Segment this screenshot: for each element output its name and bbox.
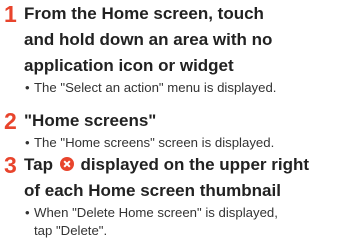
instruction-line: application icon or widget (24, 56, 234, 75)
instruction-line: Tap displayed on the upper right (24, 152, 309, 178)
instruction-line: From the Home screen, touch (24, 4, 264, 23)
note-line: When "Delete Home screen" is displayed, (34, 205, 278, 220)
note-line: The "Home screens" screen is displayed. (34, 135, 275, 150)
step-note: • The "Home screens" screen is displayed… (24, 134, 274, 152)
step-note: • When "Delete Home screen" is displayed… (24, 204, 309, 240)
bullet: • (25, 135, 30, 150)
step-1: 1 From the Home screen, touch and hold d… (0, 1, 276, 97)
step-number: 2 (4, 108, 17, 134)
bullet: • (25, 205, 30, 220)
bullet: • (25, 80, 30, 95)
delete-circle-icon (59, 157, 74, 171)
step-number: 1 (4, 1, 17, 27)
note-line: tap "Delete". (34, 223, 108, 238)
step-note: • The "Select an action" menu is display… (24, 79, 276, 97)
step-instruction: Tap displayed on the upper right of each… (24, 152, 309, 204)
instruction-line: "Home screens" (24, 111, 157, 130)
note-line: The "Select an action" menu is displayed… (34, 80, 277, 95)
instruction-text-rest: displayed on the upper right (80, 155, 310, 174)
step-instruction: From the Home screen, touch and hold dow… (24, 1, 276, 79)
step-number: 3 (4, 152, 17, 178)
instruction-line: and hold down an area with no (24, 30, 273, 49)
step-3: 3 Tap displayed on the upper right of ea… (0, 152, 309, 240)
instruction-line: of each Home screen thumbnail (24, 181, 281, 200)
step-instruction: "Home screens" (24, 108, 274, 134)
step-2: 2 "Home screens" • The "Home screens" sc… (0, 108, 274, 152)
instruction-text-tap: Tap (24, 155, 53, 174)
